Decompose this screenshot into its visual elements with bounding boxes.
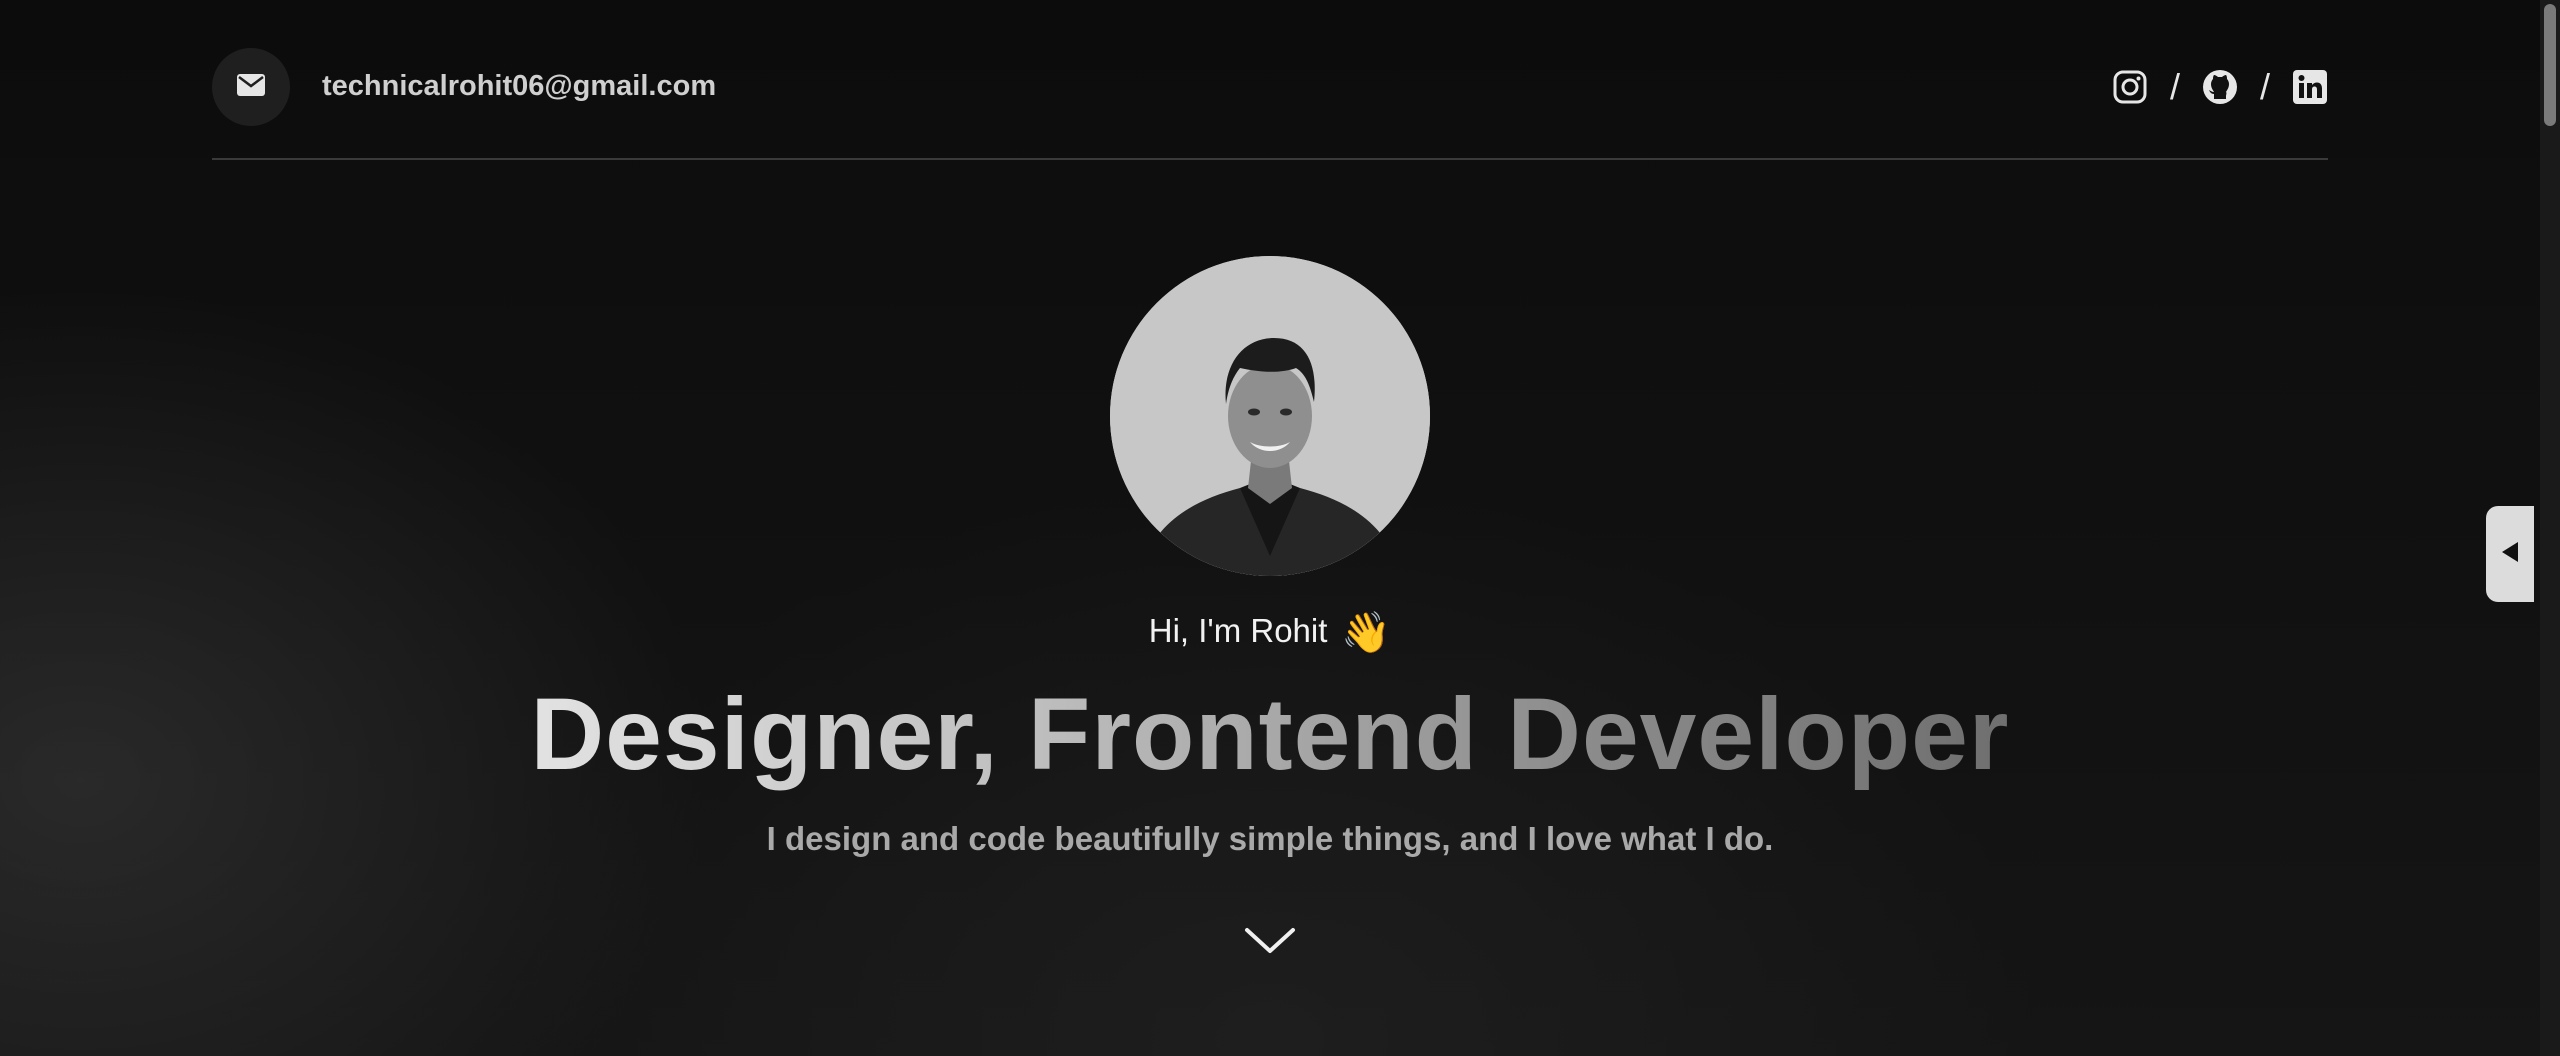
instagram-icon[interactable] (2112, 69, 2148, 105)
linkedin-icon[interactable] (2292, 69, 2328, 105)
scrollbar[interactable] (2540, 0, 2560, 1056)
separator: / (2169, 66, 2180, 107)
github-icon[interactable] (2202, 69, 2238, 105)
wave-emoji: 👋 (1341, 611, 1392, 655)
greeting: Hi, I'm Rohit 👋 (0, 606, 2540, 658)
hero-title: Designer, Frontend Developer (0, 670, 2540, 798)
page: technicalrohit06@gmail.com / / Hi, I'm R… (0, 0, 2560, 1056)
header: technicalrohit06@gmail.com / / (212, 48, 2328, 160)
envelope-icon (237, 73, 265, 101)
hero-title-text: Designer, Frontend Developer (530, 677, 2010, 791)
side-panel-toggle[interactable] (2486, 506, 2534, 602)
greeting-text: Hi, I'm Rohit (1148, 612, 1328, 649)
mail-button[interactable] (212, 48, 290, 126)
separator: / (2259, 66, 2270, 107)
profile-avatar (1110, 256, 1430, 576)
social-links: / / (2112, 66, 2328, 108)
email-link[interactable]: technicalrohit06@gmail.com (322, 66, 716, 106)
profile-photo (1110, 256, 1430, 576)
chevron-down-icon[interactable] (1244, 926, 1296, 956)
header-divider (212, 158, 2328, 160)
hero-subtitle: I design and code beautifully simple thi… (766, 820, 1774, 857)
triangle-left-icon (2500, 540, 2520, 569)
scrollbar-thumb[interactable] (2544, 4, 2556, 126)
